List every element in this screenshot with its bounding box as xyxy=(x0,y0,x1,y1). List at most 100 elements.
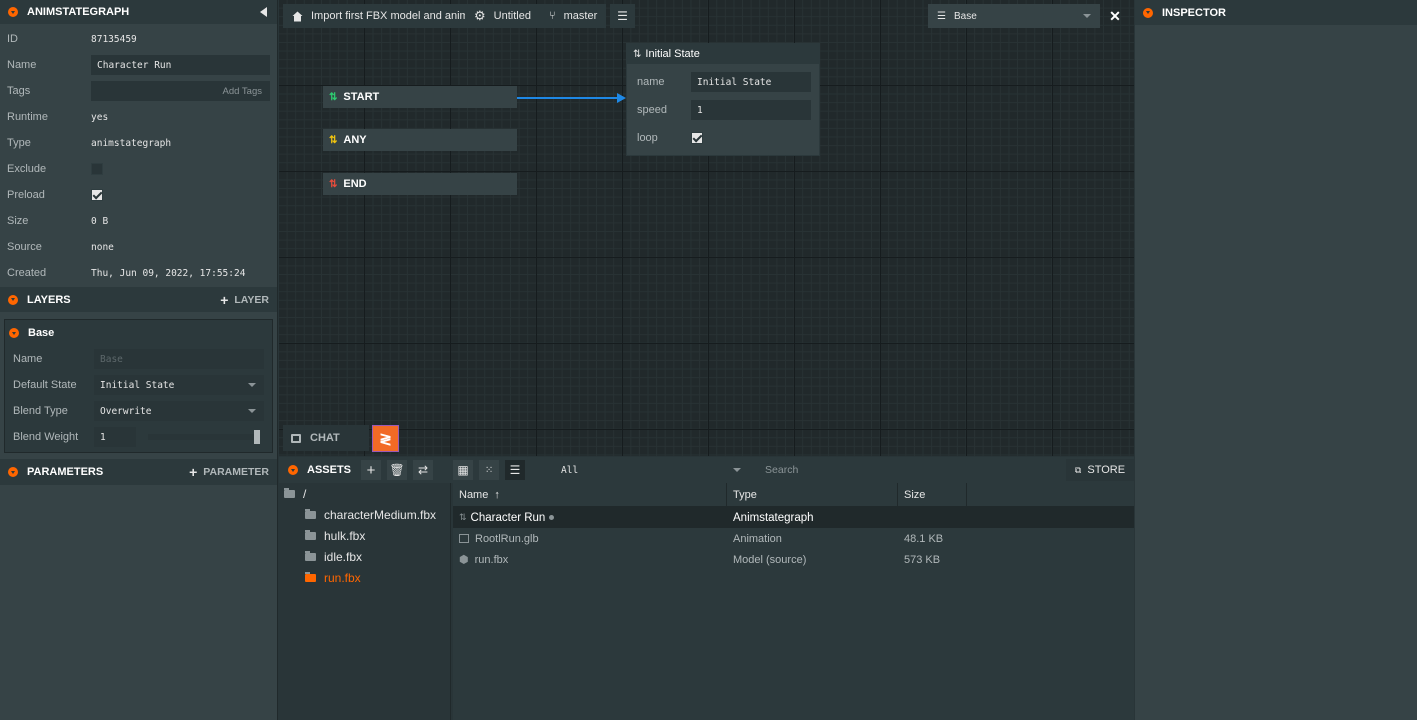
add-asset-button[interactable]: + xyxy=(361,460,382,480)
prop-row-runtime: Runtime yes xyxy=(0,104,277,130)
transition-arrow[interactable] xyxy=(517,90,629,106)
state-speed-input[interactable]: 1 xyxy=(691,100,811,120)
initial-state-header[interactable]: ⇅ Initial State xyxy=(627,44,819,64)
branch-button[interactable]: ⑂ master xyxy=(540,4,607,28)
add-parameter-button[interactable]: + PARAMETER xyxy=(189,464,269,480)
runtime-value: yes xyxy=(91,111,109,123)
blend-weight-row: Blend Weight 1 xyxy=(5,424,272,450)
branch-name: master xyxy=(563,10,598,22)
node-label: END xyxy=(343,178,367,190)
prop-label: Runtime xyxy=(7,111,48,123)
grid-view-button[interactable]: ▦ xyxy=(453,460,474,480)
asset-type: Animation xyxy=(733,532,782,545)
inspector-header[interactable]: INSPECTOR xyxy=(1135,0,1417,25)
column-name-header[interactable]: Name ↑ xyxy=(453,482,727,507)
animstategraph-header[interactable]: ANIMSTATEGRAPH xyxy=(0,0,277,24)
asset-search-input[interactable]: Search xyxy=(759,460,950,480)
column-label: Name xyxy=(459,488,489,501)
add-tags-field[interactable]: Add Tags xyxy=(91,81,270,101)
parameters-title: PARAMETERS xyxy=(27,466,104,478)
layers-title: LAYERS xyxy=(27,293,71,306)
parameters-header[interactable]: PARAMETERS + PARAMETER xyxy=(0,459,277,485)
exclude-checkbox[interactable] xyxy=(91,163,103,175)
close-icon[interactable]: ✕ xyxy=(1105,6,1125,26)
prop-label: loop xyxy=(637,132,658,144)
blend-type-select[interactable]: Overwrite xyxy=(94,401,264,421)
chat-button[interactable]: CHAT xyxy=(283,425,369,451)
list-menu-button[interactable]: ☰ xyxy=(610,4,635,28)
tree-folder-item[interactable]: hulk.fbx xyxy=(279,525,450,546)
asset-name-field[interactable]: Character Run xyxy=(91,55,270,75)
prop-label: speed xyxy=(637,104,667,116)
tree-folder-item-active[interactable]: run.fbx xyxy=(279,567,450,588)
gear-icon: ⚙ xyxy=(474,8,486,23)
any-icon: ⇅ xyxy=(329,134,338,146)
app-logo-icon[interactable]: ≷ xyxy=(372,425,399,452)
end-node[interactable]: ⇅ END xyxy=(323,173,517,195)
asset-row[interactable]: ⬢ run.fbx Model (source) 573 KB xyxy=(453,549,1134,570)
initial-state-node[interactable]: ⇅ Initial State name Initial State speed… xyxy=(626,43,820,156)
project-button[interactable]: Import first FBX model and anim xyxy=(283,4,478,28)
prop-label: Tags xyxy=(7,85,31,97)
asset-filter-select[interactable]: All xyxy=(555,460,750,480)
blend-weight-slider[interactable] xyxy=(148,430,260,444)
prop-label: Blend Type xyxy=(13,405,68,417)
store-label: STORE xyxy=(1087,464,1126,476)
asset-type: Animstategraph xyxy=(733,511,814,524)
tree-folder-item[interactable]: idle.fbx xyxy=(279,546,450,567)
asset-row[interactable]: RootlRun.glb Animation 48.1 KB xyxy=(453,528,1134,549)
state-icon: ⇅ xyxy=(633,48,642,60)
collapse-caret-icon[interactable] xyxy=(1143,7,1153,18)
collapse-caret-icon[interactable] xyxy=(8,294,18,305)
add-parameter-label: PARAMETER xyxy=(203,466,269,478)
layers-header[interactable]: LAYERS + LAYER xyxy=(0,287,277,312)
layer-select[interactable]: ☰ Base xyxy=(928,4,1100,28)
store-button[interactable]: ⧉ STORE xyxy=(1066,459,1134,481)
collapse-left-icon[interactable] xyxy=(260,7,267,17)
source-value: none xyxy=(91,241,114,253)
assets-title: ASSETS xyxy=(307,464,352,476)
collapse-caret-icon[interactable] xyxy=(9,328,19,338)
list-view-button[interactable]: ☰ xyxy=(505,460,526,480)
scene-button[interactable]: ⚙ Untitled xyxy=(465,4,540,28)
column-label: Size xyxy=(904,488,926,501)
tree-folder-item[interactable]: characterMedium.fbx xyxy=(279,504,450,525)
model-icon: ⬢ xyxy=(459,554,469,566)
start-node[interactable]: ⇅ START xyxy=(323,86,517,108)
loop-checkbox[interactable] xyxy=(691,132,703,144)
default-state-select[interactable]: Initial State xyxy=(94,375,264,395)
prop-row-name: Name Character Run xyxy=(0,52,277,78)
column-type-header[interactable]: Type xyxy=(727,482,898,507)
any-node[interactable]: ⇅ ANY xyxy=(323,129,517,151)
collapse-caret-icon[interactable] xyxy=(288,465,298,475)
asset-row-selected[interactable]: ⇅ Character Run Animstategraph xyxy=(453,507,1134,528)
state-name-input[interactable]: Initial State xyxy=(691,72,811,92)
add-layer-button[interactable]: + LAYER xyxy=(220,292,269,308)
delete-asset-button[interactable]: 🗑 xyxy=(387,460,408,480)
small-grid-view-button[interactable]: ⁙ xyxy=(479,460,500,480)
anim-graph-canvas[interactable]: Import first FBX model and anim ⚙ Untitl… xyxy=(279,0,1134,456)
folder-icon xyxy=(284,487,295,498)
column-label: Type xyxy=(733,488,757,501)
prop-row-type: Type animstategraph xyxy=(0,130,277,156)
move-asset-button[interactable]: ⇄ xyxy=(413,460,434,480)
prop-label: Type xyxy=(7,137,31,149)
prop-row-source: Source none xyxy=(0,234,277,260)
slider-handle[interactable] xyxy=(254,430,260,444)
collapse-caret-icon[interactable] xyxy=(8,7,18,17)
collapse-caret-icon[interactable] xyxy=(8,467,18,477)
layer-base-header[interactable]: Base xyxy=(5,320,272,346)
prop-label: Default State xyxy=(13,379,77,391)
column-size-header[interactable]: Size xyxy=(898,482,967,507)
list-icon: ☰ xyxy=(509,463,521,477)
blend-weight-input[interactable]: 1 xyxy=(94,427,136,447)
prop-label: Preload xyxy=(7,189,45,201)
grid-small-icon: ⁙ xyxy=(484,464,494,476)
layer-title: Base xyxy=(28,327,55,339)
asset-size: 573 KB xyxy=(904,553,941,566)
node-label: START xyxy=(343,91,380,103)
end-icon: ⇅ xyxy=(329,178,338,190)
tree-root[interactable]: / xyxy=(279,483,450,504)
preload-checkbox[interactable] xyxy=(91,189,103,201)
layer-name-input[interactable]: Base xyxy=(94,349,264,369)
